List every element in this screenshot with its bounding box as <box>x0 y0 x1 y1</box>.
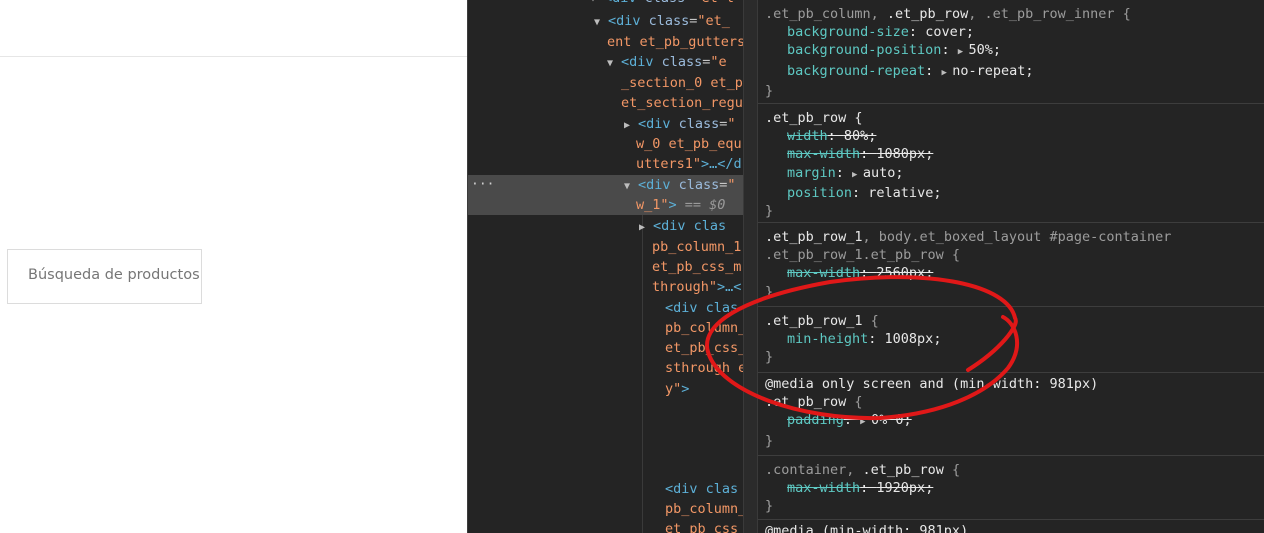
css-rule-block[interactable]: .et_pb_row {width: 80%; max-width: 1080px… <box>758 103 1264 220</box>
dom-node-line[interactable]: ▼ <div class="e <box>607 52 727 72</box>
media-query-label: @media only screen and (min-width: 981px… <box>765 376 1099 392</box>
node-actions-ellipsis[interactable]: ··· <box>471 175 494 195</box>
css-selector[interactable]: .et_pb_column, .et_pb_row, .et_pb_row_in… <box>765 5 1264 23</box>
css-declaration[interactable]: width: 80%; <box>765 127 1264 145</box>
dom-node-line[interactable]: sthrough e <box>651 358 743 378</box>
dom-node-line[interactable]: et_pb_css_ <box>651 338 743 358</box>
dom-node-line[interactable]: et_pb_css_ <box>651 519 743 533</box>
expand-value-icon[interactable]: ▶ <box>852 170 863 180</box>
search-placeholder: Búsqueda de productos <box>28 267 200 283</box>
web-page-viewport: Búsqueda de productos <box>0 0 467 533</box>
expand-toggle-icon[interactable]: ▾ <box>590 0 604 10</box>
css-declaration[interactable]: margin: ▶ auto; <box>765 164 1264 184</box>
dom-node-line[interactable]: et_pb_css_m <box>638 257 741 277</box>
css-selector[interactable]: .et_pb_row { <box>765 393 1264 411</box>
expand-value-icon[interactable]: ▶ <box>860 417 871 427</box>
devtools-elements-panel[interactable]: ··· ▾<div class="et-l ▼<div class="et_ent… <box>467 0 743 533</box>
closing-brace: } <box>765 283 774 300</box>
dom-node-line[interactable]: through">…< <box>638 277 741 297</box>
dom-node-line[interactable]: ▶ <div class=" <box>624 114 736 134</box>
closing-brace: } <box>765 498 774 515</box>
expand-toggle-icon[interactable]: ▼ <box>594 13 608 33</box>
closing-brace: } <box>765 432 774 449</box>
dom-node-line[interactable]: utters1">…</d <box>622 154 742 174</box>
css-declaration[interactable]: background-position: ▶ 50%; <box>765 41 1264 61</box>
css-declaration[interactable]: padding: ▶ 0% 0; <box>765 411 1264 431</box>
selected-node-marker: == $0 <box>676 197 726 213</box>
css-selector[interactable]: .et_pb_row_1, body.et_boxed_layout #page… <box>765 228 1264 246</box>
dom-node-line[interactable]: pb_column_ <box>651 499 743 519</box>
css-selector[interactable]: .container, .et_pb_row { <box>765 461 1264 479</box>
css-rule-block[interactable]: .et_pb_row_1, body.et_boxed_layout #page… <box>758 222 1264 301</box>
dom-node-line[interactable]: <div clas <box>651 298 738 318</box>
css-rule-block[interactable]: .et_pb_column, .et_pb_row, .et_pb_row_in… <box>758 0 1264 100</box>
panel-splitter[interactable] <box>743 0 758 533</box>
closing-brace: } <box>765 349 774 366</box>
dom-node-line[interactable]: ▶ <div clas <box>639 216 726 236</box>
dom-node-line[interactable]: pb_column_ <box>651 318 743 338</box>
css-declaration[interactable]: background-size: cover; <box>765 23 1264 41</box>
css-declaration[interactable]: position: relative; <box>765 184 1264 202</box>
expand-toggle-icon[interactable]: ▼ <box>607 54 621 74</box>
dom-node-line[interactable]: w_1"> == $0 <box>622 195 725 215</box>
header-divider <box>0 56 467 57</box>
dom-node-line[interactable]: et_section_regu <box>607 93 743 113</box>
devtools-styles-panel[interactable]: .et_pb_column, .et_pb_row, .et_pb_row_in… <box>758 0 1264 533</box>
css-declaration[interactable]: max-width: 2560px; <box>765 264 1264 282</box>
css-selector[interactable]: .et_pb_row_1 { <box>765 312 1264 330</box>
css-rule-block[interactable]: @media only screen and (min-width: 981px… <box>758 372 1264 450</box>
product-search-input[interactable]: Búsqueda de productos <box>7 249 202 304</box>
closing-brace: } <box>765 203 774 220</box>
dom-node-line[interactable]: pb_column_1 <box>638 237 741 257</box>
expand-value-icon[interactable]: ▶ <box>958 47 969 57</box>
css-rule-block[interactable]: .container, .et_pb_row {max-width: 1920p… <box>758 455 1264 516</box>
dom-node-line[interactable]: ▾<div class="et-l <box>590 0 734 8</box>
expand-toggle-icon[interactable]: ▶ <box>639 218 653 238</box>
css-declaration[interactable]: max-width: 1080px; <box>765 145 1264 163</box>
css-declaration[interactable]: min-height: 1008px; <box>765 330 1264 348</box>
css-selector[interactable]: .et_pb_row_1.et_pb_row { <box>765 246 1264 264</box>
css-selector[interactable]: .et_pb_row { <box>765 109 1264 127</box>
css-rule-block[interactable]: @media (min-width: 981px) <box>758 519 1264 533</box>
css-declaration[interactable]: max-width: 1920px; <box>765 479 1264 497</box>
dom-node-line[interactable]: w_0 et_pb_equ <box>622 134 742 154</box>
media-query-label: @media (min-width: 981px) <box>765 523 969 533</box>
closing-brace: } <box>765 82 774 99</box>
expand-value-icon[interactable]: ▶ <box>941 68 952 78</box>
css-declaration[interactable]: background-repeat: ▶ no-repeat; <box>765 62 1264 82</box>
dom-node-line[interactable]: y"> <box>651 379 689 399</box>
dom-node-line[interactable]: <div clas <box>651 479 738 499</box>
dom-node-line[interactable]: ▼ <div class="et_ <box>594 11 730 31</box>
dom-node-line[interactable]: ent et_pb_gutters <box>593 32 743 52</box>
dom-node-line[interactable]: ▼ <div class=" <box>624 175 736 195</box>
css-rule-block[interactable]: .et_pb_row_1 {min-height: 1008px;} <box>758 306 1264 367</box>
dom-node-line[interactable]: _section_0 et_p <box>607 73 743 93</box>
